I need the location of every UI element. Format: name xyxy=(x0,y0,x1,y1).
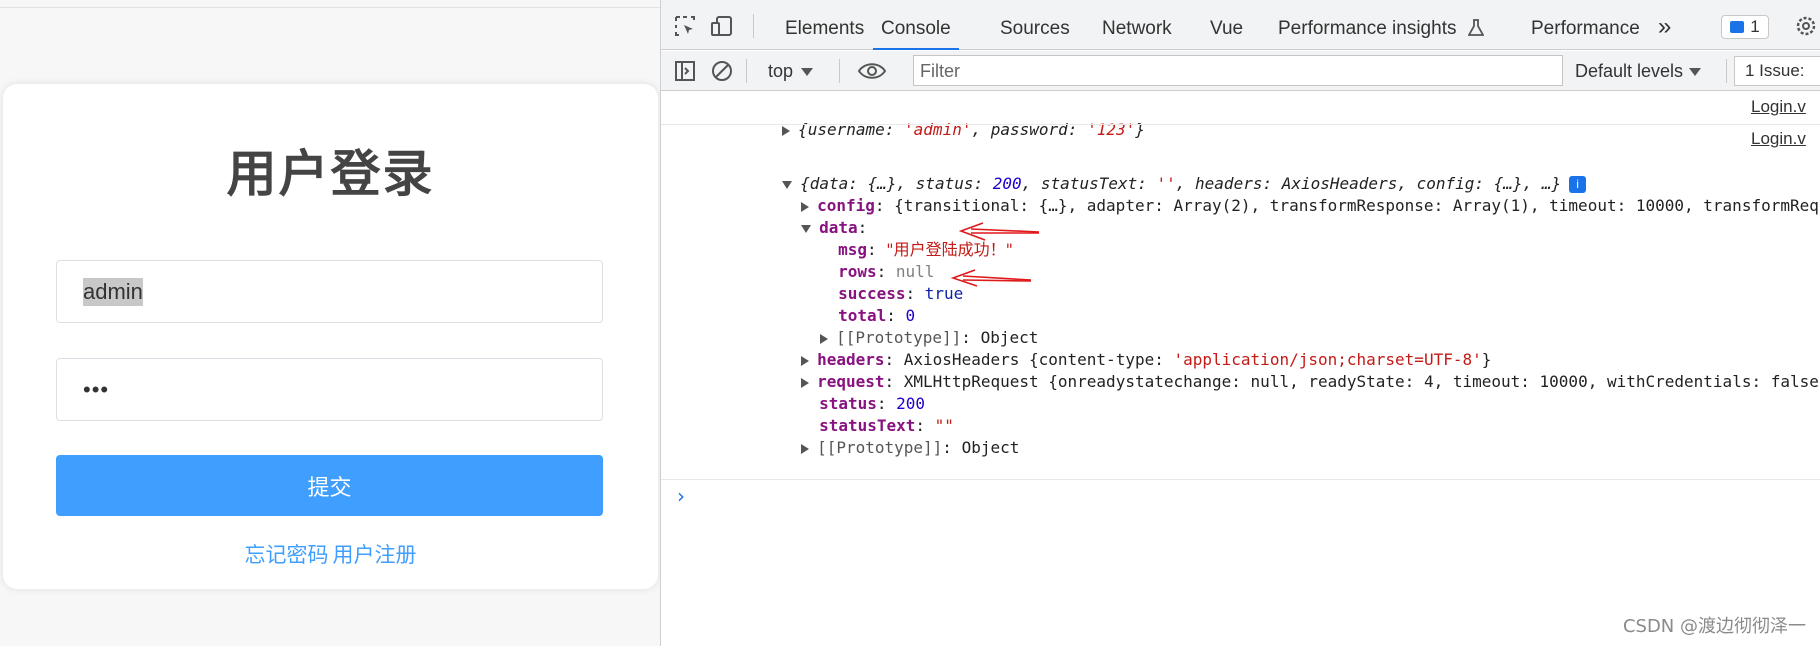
context-select[interactable]: top xyxy=(768,51,814,91)
devtools-tabbar: Elements Console Sources Network Vue Per… xyxy=(661,0,1820,50)
clear-console-icon[interactable] xyxy=(710,59,734,83)
username-value: admin xyxy=(83,277,143,306)
config-property[interactable]: config: {transitional: {…}, adapter: Arr… xyxy=(724,173,1820,215)
watermark: CSDN @渡边彻彻泽一 xyxy=(1622,616,1806,637)
data-property[interactable]: data: xyxy=(724,195,867,237)
device-toolbar-icon[interactable] xyxy=(710,14,734,38)
tab-vue[interactable]: Vue xyxy=(1210,0,1243,50)
console-log-response[interactable]: {data: {…}, status: 200, statusText: '',… xyxy=(705,151,1587,193)
rows-property: rows: null xyxy=(838,262,935,281)
statustext-property: statusText: "" xyxy=(819,416,954,435)
chevron-down-icon xyxy=(801,68,814,77)
password-input[interactable]: ••• xyxy=(56,358,603,421)
message-icon xyxy=(1730,21,1745,33)
tab-performance[interactable]: Performance xyxy=(1531,0,1640,50)
issues-button[interactable]: 1 Issue: xyxy=(1734,56,1820,86)
console-filter-input[interactable]: Filter xyxy=(913,55,1563,86)
log-levels-value: Default levels xyxy=(1575,61,1684,81)
tab-sources[interactable]: Sources xyxy=(1000,0,1070,50)
login-links: 忘记密码 用户注册 xyxy=(3,539,658,569)
more-tabs-chevron-icon[interactable]: » xyxy=(1658,0,1671,50)
login-page: 用户登录 admin ••• 提交 忘记密码 用户注册 xyxy=(0,0,660,646)
login-title: 用户登录 xyxy=(226,145,435,203)
filter-placeholder: Filter xyxy=(920,61,960,81)
top-divider xyxy=(0,7,660,8)
forgot-password-link[interactable]: 忘记密码 xyxy=(245,543,329,567)
submit-button[interactable]: 提交 xyxy=(56,455,603,516)
request-property[interactable]: request: XMLHttpRequest {onreadystatecha… xyxy=(724,349,1820,391)
context-select-value: top xyxy=(768,61,794,81)
sidebar-toggle-icon[interactable] xyxy=(673,59,697,83)
headers-property[interactable]: headers: AxiosHeaders {content-type: 'ap… xyxy=(724,327,1491,369)
status-property: status: 200 xyxy=(819,394,926,413)
tab-performance-insights-label: Performance insights xyxy=(1278,18,1457,39)
source-link[interactable]: Login.v xyxy=(1751,97,1820,117)
expand-triangle-icon xyxy=(782,125,791,136)
total-property: total: 0 xyxy=(838,306,916,325)
outer-prototype-property[interactable]: [[Prototype]]: Object xyxy=(724,415,1019,457)
tab-network[interactable]: Network xyxy=(1102,0,1172,50)
console-output: {username: 'admin', password: '123'} Log… xyxy=(661,92,1820,646)
message-count: 1 xyxy=(1750,17,1760,36)
arrow-annotation-icon xyxy=(959,222,1040,241)
console-toolbar: top Filter Default levels 1 Issue: xyxy=(661,51,1820,91)
success-property: success: true xyxy=(838,284,964,303)
issues-label: 1 Issue: xyxy=(1745,61,1805,80)
expand-triangle-icon xyxy=(801,443,810,454)
register-link[interactable]: 用户注册 xyxy=(333,543,417,567)
console-prompt[interactable]: › xyxy=(677,484,685,508)
console-log-credentials[interactable]: {username: 'admin', password: '123'} xyxy=(705,97,1145,139)
devtools-panel: Elements Console Sources Network Vue Per… xyxy=(660,0,1820,646)
tab-console[interactable]: Console xyxy=(873,0,959,50)
tab-performance-insights[interactable]: Performance insights xyxy=(1278,0,1485,50)
password-value: ••• xyxy=(83,376,110,402)
username-input[interactable]: admin xyxy=(56,260,603,323)
inspect-element-icon[interactable] xyxy=(673,14,697,38)
chevron-down-icon xyxy=(1689,68,1702,77)
messages-badge[interactable]: 1 xyxy=(1721,15,1769,39)
arrow-annotation-icon xyxy=(951,269,1032,287)
log-levels-select[interactable]: Default levels xyxy=(1575,51,1702,91)
settings-gear-icon[interactable] xyxy=(1794,14,1818,38)
tab-elements[interactable]: Elements xyxy=(785,0,864,50)
eye-icon[interactable] xyxy=(857,59,887,83)
source-link[interactable]: Login.v xyxy=(1751,129,1820,149)
flask-icon xyxy=(1467,19,1485,36)
inner-prototype-property[interactable]: [[Prototype]]: Object xyxy=(743,305,1038,347)
login-card: 用户登录 admin ••• 提交 忘记密码 用户注册 xyxy=(3,84,658,589)
